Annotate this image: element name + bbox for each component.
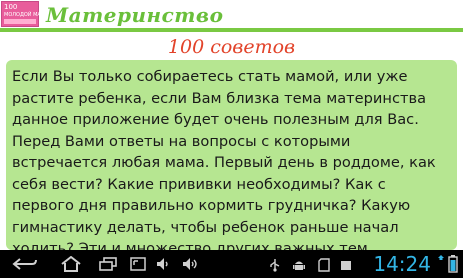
logo-stripe — [4, 19, 36, 24]
volume-up-button[interactable] — [180, 255, 202, 273]
content-line: гимнастику делать, чтобы ребенок раньше … — [12, 218, 399, 236]
app-title: Материнство — [46, 3, 224, 27]
content-line: встречается любая мама. Первый день в ро… — [12, 154, 436, 171]
app-header: 100 МОЛОДОЙ МАМЕ Материнство — [0, 0, 463, 32]
volume-down-icon — [157, 258, 168, 270]
sd-card-icon — [318, 257, 330, 276]
content-text: Если Вы только собираетесь стать мамой, … — [12, 66, 451, 250]
clock: 14:24 — [373, 252, 431, 276]
logo-number: 100 — [4, 3, 18, 11]
volume-up-icon — [183, 258, 197, 270]
content-line: растите ребенка, если Вам близка тема ма… — [12, 89, 427, 107]
logo-caption: МОЛОДОЙ МАМЕ — [4, 12, 49, 18]
content-line: себя вести? Какие прививки необходимы? К… — [12, 175, 386, 193]
content-line: первого дня правильно кормить грудничка?… — [12, 197, 411, 214]
content-line: Перед Вами ответы на вопросы с которыми — [12, 132, 351, 150]
android-debug-icon — [292, 257, 306, 276]
recent-apps-button[interactable] — [96, 255, 120, 273]
home-icon — [61, 256, 81, 272]
system-navigation-bar: 14:24 — [0, 250, 463, 278]
recent-apps-icon — [99, 257, 117, 271]
screenshot-icon — [130, 257, 146, 271]
screenshot-button[interactable] — [128, 255, 148, 273]
page-subtitle: 100 советов — [167, 36, 296, 58]
content-line: данное приложение будет очень полезным д… — [12, 111, 419, 128]
back-button[interactable] — [10, 255, 40, 273]
notification-icon — [340, 257, 352, 276]
content-card[interactable]: Если Вы только собираетесь стать мамой, … — [6, 60, 457, 250]
signal-icon — [437, 255, 445, 277]
volume-down-button[interactable] — [154, 255, 174, 273]
usb-icon — [268, 257, 282, 276]
home-button[interactable] — [58, 255, 84, 273]
back-icon — [12, 258, 37, 270]
app-logo: 100 МОЛОДОЙ МАМЕ — [1, 1, 48, 27]
content-line: Если Вы только собираетесь стать мамой, … — [12, 68, 408, 85]
content-line: ходить? Эти и множество других важных те… — [12, 240, 368, 250]
battery-icon — [448, 255, 458, 277]
